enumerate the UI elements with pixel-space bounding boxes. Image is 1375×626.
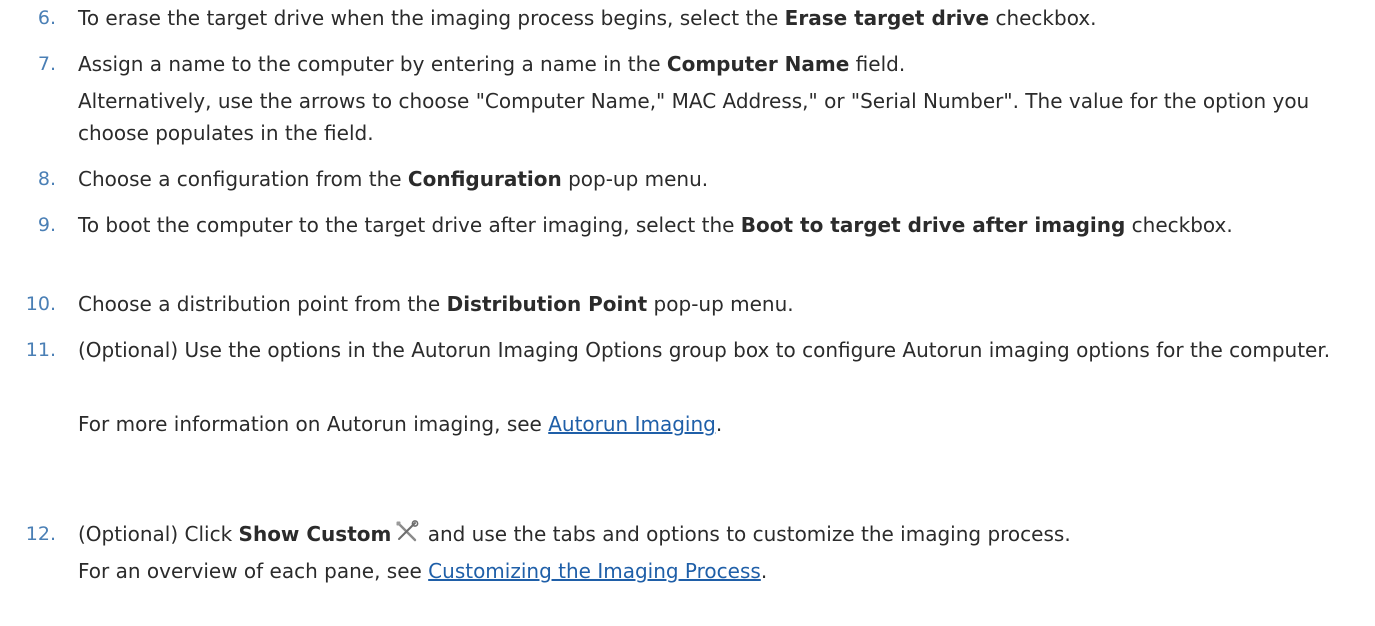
- step-number: 9.: [37, 214, 56, 236]
- step-note: For more information on Autorun imaging,…: [78, 412, 723, 436]
- step-text: Choose a configuration from the Configur…: [78, 167, 709, 191]
- step-text: Assign a name to the computer by enterin…: [78, 52, 906, 76]
- step-note: For an overview of each pane, see Custom…: [78, 559, 768, 583]
- step-number: 6.: [37, 7, 56, 29]
- step-text: To boot the computer to the target drive…: [78, 213, 1233, 237]
- autorun-imaging-link[interactable]: Autorun Imaging: [548, 412, 716, 436]
- customizing-imaging-process-link[interactable]: Customizing the Imaging Process: [428, 559, 761, 583]
- step-number: 10.: [25, 293, 56, 315]
- step-number: 7.: [37, 53, 56, 75]
- step-number: 11.: [25, 339, 56, 361]
- step-note: Alternatively, use the arrows to choose …: [78, 89, 1310, 145]
- step-text: Choose a distribution point from the Dis…: [78, 292, 794, 316]
- wrench-screwdriver-icon: [395, 520, 419, 544]
- step-text: To erase the target drive when the imagi…: [78, 6, 1097, 30]
- step-text: (Optional) Click Show Custom and use the…: [78, 520, 1071, 546]
- step-number: 12.: [25, 523, 56, 545]
- step-text: (Optional) Use the options in the Autoru…: [78, 338, 1331, 362]
- step-number: 8.: [37, 168, 56, 190]
